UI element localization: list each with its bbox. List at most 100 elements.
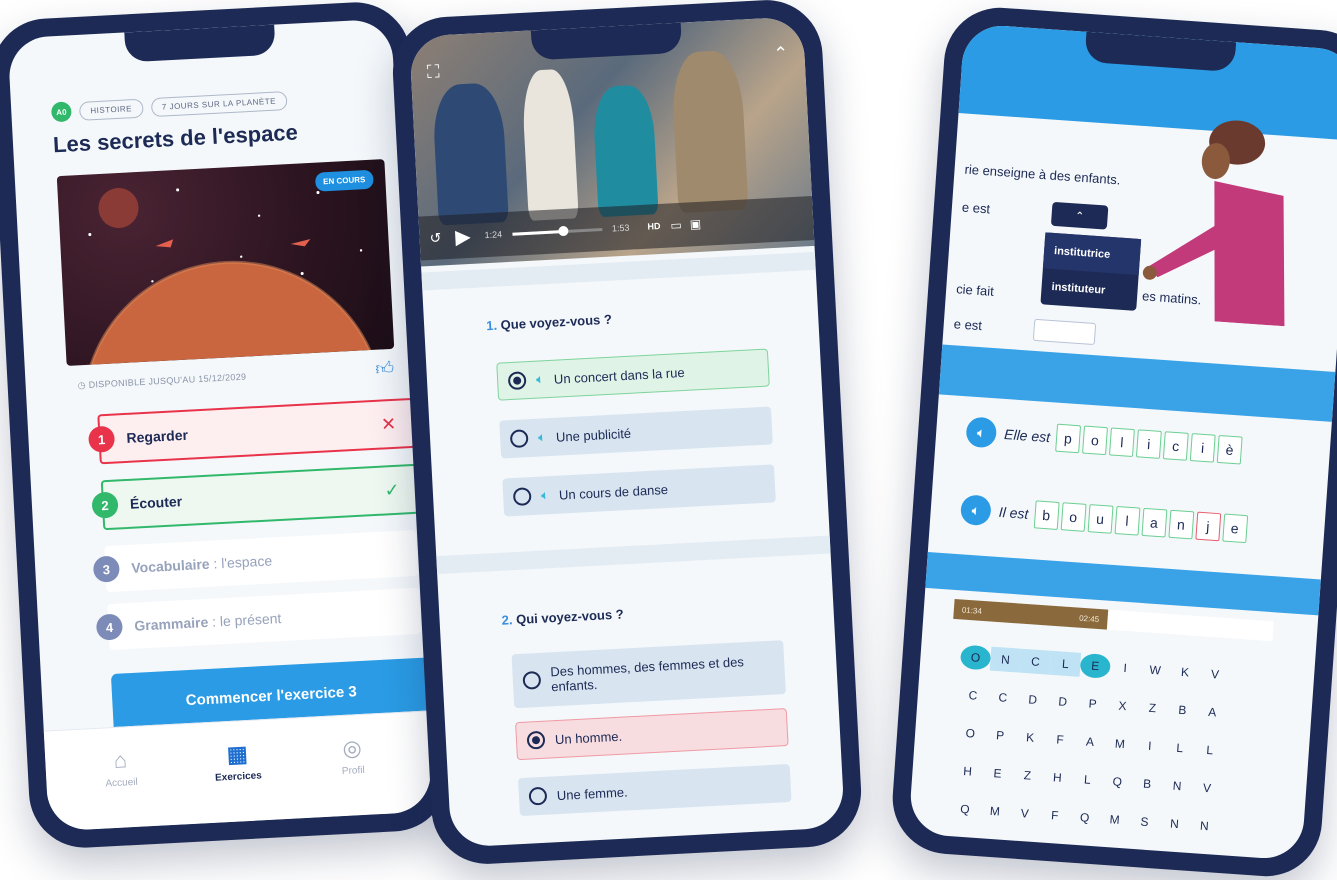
grid-letter[interactable]: N: [989, 646, 1022, 673]
quality-button[interactable]: HD: [647, 221, 661, 232]
grid-letter[interactable]: H: [952, 758, 984, 784]
speaker-icon[interactable]: 🔈︎: [965, 416, 998, 449]
grid-letter[interactable]: O: [959, 644, 992, 671]
grid-letter[interactable]: Z: [1012, 762, 1044, 788]
radio-unselected[interactable]: [528, 786, 548, 806]
letter-box[interactable]: c: [1162, 431, 1189, 461]
dropdown-option[interactable]: instituteur: [1040, 268, 1138, 311]
grid-letter[interactable]: L: [1194, 737, 1226, 763]
subtitles-icon[interactable]: ▭: [670, 218, 682, 233]
letter-box[interactable]: b: [1033, 500, 1060, 530]
speaker-icon[interactable]: 🔈︎: [536, 371, 545, 387]
seek-knob[interactable]: [558, 225, 570, 236]
answer-option[interactable]: Une femme.: [517, 763, 792, 817]
radio-selected[interactable]: [507, 371, 527, 391]
tag-history[interactable]: HISTOIRE: [78, 98, 144, 121]
like-icon[interactable]: 👍︎: [375, 357, 395, 380]
letter-box[interactable]: a: [1141, 507, 1167, 538]
tab-exercises[interactable]: ▦ Exercices: [192, 739, 284, 785]
grid-letter[interactable]: O: [954, 720, 986, 746]
speaker-icon[interactable]: 🔈︎: [959, 494, 992, 527]
word-search-grid[interactable]: ONCLEIWKVCCDDPXZBAOPKFAMILLHEZHLQBNVQMVF…: [948, 644, 1231, 853]
letter-box[interactable]: l: [1108, 427, 1135, 458]
letter-box[interactable]: o: [1081, 425, 1108, 456]
grid-letter[interactable]: Q: [949, 796, 981, 822]
grid-letter[interactable]: Q: [1101, 769, 1133, 795]
grid-letter[interactable]: L: [1049, 650, 1082, 677]
grid-letter[interactable]: Q: [1069, 805, 1101, 831]
grid-letter[interactable]: V: [1199, 661, 1231, 687]
letter-box[interactable]: o: [1060, 502, 1087, 532]
tab-profile[interactable]: ◎ Profil: [306, 733, 398, 779]
answer-option[interactable]: 🔈︎ Un concert dans la rue: [496, 348, 770, 401]
grid-letter[interactable]: L: [1072, 767, 1104, 793]
grid-letter[interactable]: I: [1109, 655, 1141, 681]
answer-dropdown[interactable]: ⌃: [1050, 201, 1109, 230]
answer-dropdown-empty[interactable]: [1032, 318, 1097, 346]
speaker-icon[interactable]: 🔈︎: [541, 487, 550, 503]
grid-letter[interactable]: D: [1017, 687, 1049, 713]
grid-letter[interactable]: F: [1039, 802, 1071, 828]
airplay-icon[interactable]: ▣: [689, 217, 701, 232]
grid-letter[interactable]: E: [1079, 652, 1112, 679]
grid-letter[interactable]: F: [1044, 727, 1076, 753]
grid-letter[interactable]: M: [1099, 807, 1131, 833]
grid-letter[interactable]: I: [1134, 733, 1166, 759]
grid-letter[interactable]: W: [1139, 657, 1171, 683]
rewind-icon[interactable]: ↺: [429, 229, 442, 247]
radio-unselected[interactable]: [509, 429, 529, 449]
grid-letter[interactable]: M: [979, 798, 1011, 824]
answer-option[interactable]: Un homme.: [515, 708, 789, 761]
grid-letter[interactable]: K: [1169, 659, 1201, 685]
grid-letter[interactable]: B: [1131, 771, 1163, 797]
letter-box[interactable]: i: [1135, 429, 1162, 459]
answer-option[interactable]: Des hommes, des femmes et des enfants.: [511, 640, 786, 709]
grid-letter[interactable]: A: [1197, 699, 1229, 725]
answer-option[interactable]: 🔈︎ Une publicité: [499, 406, 773, 459]
exercise-item-2[interactable]: 2 Écouter ✓: [91, 463, 419, 531]
grid-letter[interactable]: N: [1159, 811, 1191, 837]
letter-box[interactable]: e: [1221, 513, 1248, 544]
grid-letter[interactable]: D: [1047, 689, 1079, 715]
grid-letter[interactable]: V: [1009, 800, 1041, 826]
grid-letter[interactable]: K: [1014, 725, 1046, 751]
radio-unselected[interactable]: [522, 670, 542, 690]
fullscreen-icon[interactable]: ⛶: [426, 61, 440, 83]
letter-box-wrong[interactable]: j: [1194, 511, 1221, 542]
tag-series[interactable]: 7 JOURS SUR LA PLANÈTE: [150, 90, 288, 117]
answer-option[interactable]: 🔈︎ Un cours de danse: [502, 464, 776, 517]
grid-letter[interactable]: C: [1019, 648, 1052, 675]
letter-box[interactable]: l: [1114, 505, 1141, 536]
exercise-item-3[interactable]: 3 Vocabulaire : l'espace: [92, 529, 419, 593]
speaker-icon[interactable]: 🔈︎: [538, 429, 547, 445]
grid-letter[interactable]: B: [1167, 697, 1199, 723]
grid-letter[interactable]: Z: [1137, 695, 1169, 721]
grid-letter[interactable]: E: [982, 760, 1014, 786]
exercise-item-4[interactable]: 4 Grammaire : le présent: [95, 587, 422, 651]
radio-unselected[interactable]: [512, 487, 532, 507]
lesson-thumbnail[interactable]: EN COURS: [56, 159, 395, 366]
grid-letter[interactable]: L: [1164, 735, 1196, 761]
letter-box[interactable]: i: [1189, 433, 1216, 463]
grid-letter[interactable]: C: [987, 685, 1019, 711]
tab-home[interactable]: ⌂ Accueil: [75, 745, 167, 791]
grid-letter[interactable]: M: [1104, 731, 1136, 757]
play-icon[interactable]: ▶: [455, 223, 472, 249]
grid-letter[interactable]: A: [1074, 729, 1106, 755]
grid-letter[interactable]: V: [1191, 775, 1223, 801]
letter-box[interactable]: p: [1055, 423, 1081, 454]
radio-selected[interactable]: [526, 730, 546, 750]
grid-letter[interactable]: S: [1129, 809, 1161, 835]
grid-letter[interactable]: C: [957, 682, 989, 708]
video-seek-bar[interactable]: [512, 225, 603, 236]
grid-letter[interactable]: H: [1042, 765, 1074, 791]
grid-letter[interactable]: N: [1189, 813, 1221, 839]
grid-letter[interactable]: P: [1077, 691, 1109, 717]
exercise-item-1[interactable]: 1 Regarder ✕: [87, 397, 416, 465]
collapse-icon[interactable]: ⌃: [773, 43, 789, 65]
letter-box[interactable]: n: [1167, 509, 1194, 540]
grid-letter[interactable]: P: [984, 722, 1016, 748]
grid-letter[interactable]: N: [1161, 773, 1193, 799]
letter-box[interactable]: u: [1087, 504, 1114, 534]
letter-box[interactable]: è: [1216, 434, 1243, 465]
